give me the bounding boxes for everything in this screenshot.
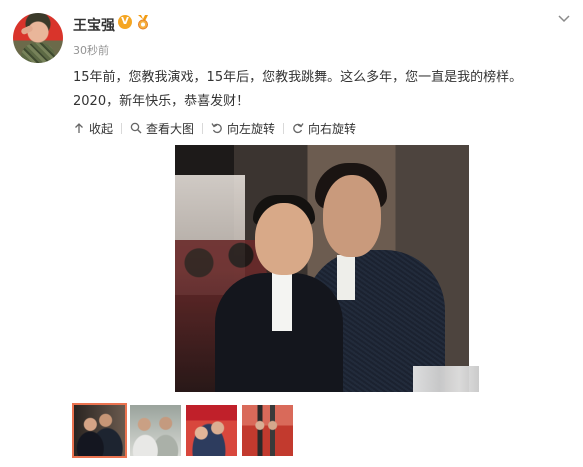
thumbnail-4[interactable] <box>242 405 293 456</box>
verified-badge-icon: V <box>118 15 132 29</box>
post-text-line: 15年前，您教我演戏，15年后，您教我跳舞。这么多年，您一直是我的榜样。 <box>73 70 523 85</box>
thumbnail-2[interactable] <box>130 405 181 456</box>
media-toolbar: 收起 查看大图 向左旋转 向右旋转 <box>73 119 356 137</box>
photo-person-left-face <box>255 203 313 275</box>
avatar-salute-hand <box>20 24 34 36</box>
thumbnail-1[interactable] <box>72 403 127 458</box>
post-photo[interactable] <box>175 145 469 392</box>
collapse-button[interactable]: 收起 <box>73 120 113 137</box>
post-text: 15年前，您教我演戏，15年后，您教我跳舞。这么多年，您一直是我的榜样。 202… <box>73 66 573 114</box>
post-text-line: 2020，新年快乐，恭喜发财！ <box>73 94 250 109</box>
avatar-uniform <box>21 43 55 63</box>
rotate-left-label: 向左旋转 <box>227 121 276 136</box>
thumbnail-3[interactable] <box>186 405 237 456</box>
chevron-down-icon[interactable] <box>557 13 571 23</box>
rotate-left-button[interactable]: 向左旋转 <box>211 120 275 137</box>
toolbar-divider <box>121 122 123 134</box>
view-large-label: 查看大图 <box>146 121 195 136</box>
rotate-right-icon <box>293 123 304 134</box>
username[interactable]: 王宝强 <box>73 15 115 35</box>
rotate-right-button[interactable]: 向右旋转 <box>292 120 356 137</box>
avatar[interactable] <box>13 13 63 63</box>
rotate-left-icon <box>211 123 222 134</box>
collapse-up-icon <box>75 123 83 133</box>
view-large-button[interactable]: 查看大图 <box>130 120 194 137</box>
search-icon <box>130 122 142 134</box>
post-timestamp[interactable]: 30秒前 <box>73 42 109 58</box>
rotate-right-label: 向右旋转 <box>308 121 357 136</box>
toolbar-divider <box>283 122 285 134</box>
photo-person-right-collar <box>337 255 355 300</box>
watermark-blur <box>413 366 479 392</box>
toolbar-divider <box>202 122 204 134</box>
photo-person-right-face <box>323 175 381 257</box>
photo-person-left-collar <box>272 271 292 331</box>
collapse-label: 收起 <box>89 121 114 136</box>
member-medal-icon <box>138 15 148 30</box>
